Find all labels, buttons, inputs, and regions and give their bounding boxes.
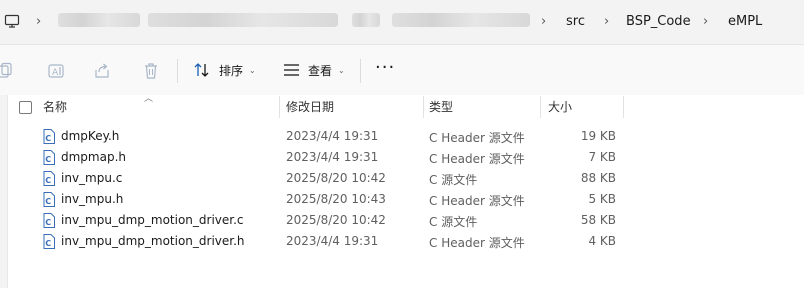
command-bar: A 排序 ⌄ 查看 ⌄ bbox=[0, 45, 804, 95]
redacted-path-segment bbox=[148, 13, 338, 27]
file-size: 19 KB bbox=[580, 129, 616, 143]
c-file-icon: C bbox=[43, 171, 55, 189]
svg-text:C: C bbox=[45, 134, 51, 143]
breadcrumb-item-bsp-code[interactable]: BSP_Code bbox=[626, 14, 691, 29]
file-row[interactable]: C inv_mpu.c 2025/8/20 10:42 C 源文件 88 KB bbox=[8, 168, 804, 189]
file-name: inv_mpu.h bbox=[61, 192, 124, 206]
column-header-size[interactable]: 大小 bbox=[548, 96, 572, 118]
c-file-icon: C bbox=[43, 129, 55, 147]
file-type: C Header 源文件 bbox=[429, 131, 525, 145]
file-size: 5 KB bbox=[588, 192, 616, 206]
file-date: 2023/4/4 19:31 bbox=[286, 234, 379, 248]
file-date: 2023/4/4 19:31 bbox=[286, 129, 379, 143]
file-type: C 源文件 bbox=[429, 215, 478, 229]
file-name: inv_mpu_dmp_motion_driver.h bbox=[61, 234, 245, 248]
chevron-right-icon[interactable]: › bbox=[604, 14, 609, 29]
file-type: C Header 源文件 bbox=[429, 236, 525, 250]
column-header-type[interactable]: 类型 bbox=[429, 96, 453, 118]
c-file-icon: C bbox=[43, 192, 55, 210]
copy-icon[interactable] bbox=[0, 62, 14, 83]
column-header-date[interactable]: 修改日期 bbox=[286, 96, 334, 118]
redacted-path-segment bbox=[352, 13, 380, 27]
redacted-path-segment bbox=[58, 13, 140, 27]
more-options-button[interactable]: ··· bbox=[375, 59, 395, 77]
chevron-right-icon[interactable]: › bbox=[36, 14, 41, 29]
select-all-checkbox[interactable] bbox=[19, 101, 32, 114]
c-file-icon: C bbox=[43, 234, 55, 252]
toolbar-separator bbox=[360, 59, 361, 83]
file-row[interactable]: C inv_mpu_dmp_motion_driver.c 2025/8/20 … bbox=[8, 210, 804, 231]
file-date: 2025/8/20 10:42 bbox=[286, 171, 386, 185]
sort-button[interactable]: 排序 ⌄ bbox=[193, 60, 256, 80]
file-size: 4 KB bbox=[588, 234, 616, 248]
file-row[interactable]: C inv_mpu_dmp_motion_driver.h 2023/4/4 1… bbox=[8, 231, 804, 252]
file-name: inv_mpu_dmp_motion_driver.c bbox=[61, 213, 244, 227]
view-icon bbox=[284, 64, 299, 76]
view-label: 查看 bbox=[308, 63, 333, 78]
rename-icon[interactable]: A bbox=[47, 62, 65, 83]
file-date: 2025/8/20 10:42 bbox=[286, 213, 386, 227]
file-date: 2025/8/20 10:43 bbox=[286, 192, 386, 206]
view-button[interactable]: 查看 ⌄ bbox=[283, 60, 345, 80]
file-size: 88 KB bbox=[580, 171, 616, 185]
file-row[interactable]: C dmpKey.h 2023/4/4 19:31 C Header 源文件 1… bbox=[8, 126, 804, 147]
column-divider[interactable] bbox=[540, 96, 541, 118]
navigation-pane-edge bbox=[0, 95, 8, 288]
file-date: 2023/4/4 19:31 bbox=[286, 150, 379, 164]
sort-ascending-icon: ︿ bbox=[144, 94, 154, 104]
delete-icon[interactable] bbox=[142, 62, 160, 83]
file-type: C 源文件 bbox=[429, 173, 478, 187]
file-size: 58 KB bbox=[580, 213, 616, 227]
c-file-icon: C bbox=[43, 213, 55, 231]
chevron-right-icon[interactable]: › bbox=[703, 14, 708, 29]
column-divider[interactable] bbox=[623, 96, 624, 118]
file-row[interactable]: C inv_mpu.h 2025/8/20 10:43 C Header 源文件… bbox=[8, 189, 804, 210]
chevron-right-icon[interactable]: › bbox=[541, 14, 546, 29]
svg-text:C: C bbox=[45, 176, 51, 185]
svg-text:C: C bbox=[45, 218, 51, 227]
breadcrumb-item-src[interactable]: src bbox=[566, 14, 585, 29]
file-type: C Header 源文件 bbox=[429, 152, 525, 166]
c-file-icon: C bbox=[43, 150, 55, 168]
column-header-name[interactable]: 名称 bbox=[43, 96, 67, 118]
file-size: 7 KB bbox=[588, 150, 616, 164]
breadcrumb-item-empl[interactable]: eMPL bbox=[728, 14, 762, 29]
svg-text:A: A bbox=[52, 68, 59, 78]
file-type: C Header 源文件 bbox=[429, 194, 525, 208]
svg-text:C: C bbox=[45, 239, 51, 248]
chevron-down-icon: ⌄ bbox=[249, 65, 256, 75]
chevron-down-icon: ⌄ bbox=[338, 65, 345, 75]
address-bar[interactable]: › › src › BSP_Code › eMPL bbox=[0, 0, 804, 45]
sort-icon bbox=[194, 63, 209, 77]
column-divider[interactable] bbox=[279, 96, 280, 118]
redacted-path-segment bbox=[392, 13, 530, 27]
share-icon[interactable] bbox=[93, 62, 111, 83]
column-divider[interactable] bbox=[423, 96, 424, 118]
file-name: dmpKey.h bbox=[61, 129, 120, 143]
svg-text:C: C bbox=[45, 197, 51, 206]
sort-label: 排序 bbox=[219, 63, 244, 78]
svg-text:C: C bbox=[45, 155, 51, 164]
file-name: dmpmap.h bbox=[61, 150, 127, 164]
file-name: inv_mpu.c bbox=[61, 171, 123, 185]
toolbar-separator bbox=[177, 59, 178, 83]
computer-icon[interactable] bbox=[4, 13, 20, 32]
file-row[interactable]: C dmpmap.h 2023/4/4 19:31 C Header 源文件 7… bbox=[8, 147, 804, 168]
